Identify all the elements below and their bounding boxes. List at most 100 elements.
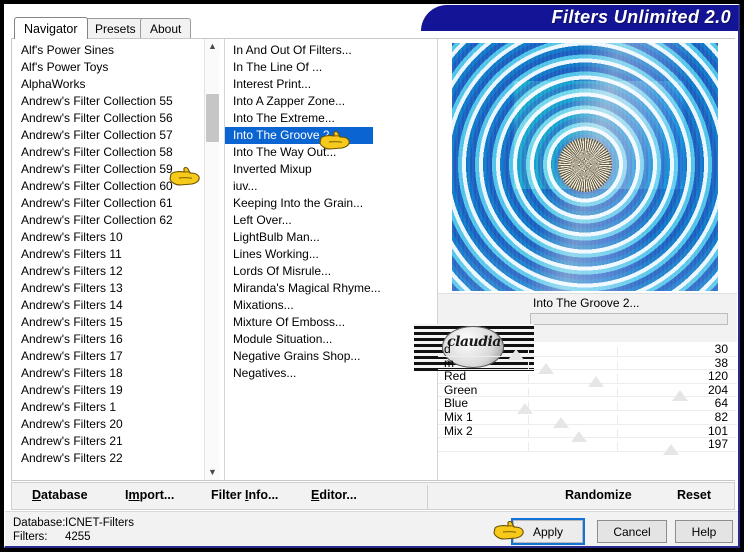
filter-name-item[interactable]: Mixations... [225, 297, 422, 314]
filter-category-item[interactable]: Andrew's Filter Collection 56 [12, 110, 222, 127]
filter-category-item[interactable]: Andrew's Filters 16 [12, 331, 222, 348]
filter-name-item[interactable]: Negative Grains Shop... [225, 348, 422, 365]
slider-tick [527, 387, 529, 397]
status-filters-label: Filters: [13, 531, 48, 543]
slider-tick [617, 414, 619, 424]
filter-name-item[interactable]: Miranda's Magical Rhyme... [225, 280, 422, 297]
slider-tick [527, 414, 529, 424]
toolbar: Database Import... Filter Info... Editor… [11, 482, 735, 510]
import-button[interactable]: Import... [125, 488, 174, 502]
randomize-button[interactable]: Randomize [565, 488, 632, 502]
filter-name-item[interactable]: Negatives... [225, 365, 422, 382]
filter-category-item[interactable]: Andrew's Filters 22 [12, 450, 222, 467]
filter-category-item[interactable]: Andrew's Filter Collection 62 [12, 212, 222, 229]
filter-info-button[interactable]: Filter Info... [211, 488, 278, 502]
filter-category-item[interactable]: Andrew's Filters 18 [12, 365, 222, 382]
filter-category-item[interactable]: Andrew's Filters 12 [12, 263, 222, 280]
database-label: atabase [41, 488, 88, 502]
preview-panel: Into The Groove 2... claudia d 30 m 38 Red 12… [414, 39, 737, 480]
filter-name-item[interactable]: Module Situation... [225, 331, 422, 348]
parameter-sliders: d 30 m 38 Red 120 Green 204 Blue 64 Mix 1 82 Mix 2 10… [438, 342, 737, 456]
filter-category-item[interactable]: Alf's Power Sines [12, 42, 222, 59]
filter-category-list[interactable]: Alf's Power Sines Alf's Power Toys AlphaWo… [12, 39, 222, 480]
slider-tick [617, 347, 619, 356]
filter-category-item[interactable]: Andrew's Filters 11 [12, 246, 222, 263]
filter-category-item[interactable]: Andrew's Filter Collection 60 [12, 178, 222, 195]
filter-category-item[interactable]: Andrew's Filters 17 [12, 348, 222, 365]
slider-tick [617, 387, 619, 397]
slider-row[interactable]: Red 120 [438, 369, 737, 388]
tab-navigator[interactable]: Navigator [14, 17, 88, 39]
filter-name-item-selected[interactable]: Into The Groove 2... [225, 127, 373, 144]
filter-name-item[interactable]: Interest Print... [225, 76, 422, 93]
slider-row[interactable]: Mix 1 82 [438, 410, 737, 428]
slider-tick [617, 401, 619, 411]
filter-category-item[interactable]: Andrew's Filter Collection 58 [12, 144, 222, 161]
filter-name-item[interactable]: Keeping Into the Grain... [225, 195, 422, 212]
filter-category-item[interactable]: Andrew's Filters 10 [12, 229, 222, 246]
filter-category-item[interactable]: Andrew's Filters 1 [12, 399, 222, 416]
filter-category-item[interactable]: Andrew's Filters 20 [12, 416, 222, 433]
tab-presets[interactable]: Presets [85, 18, 146, 38]
filter-category-item[interactable]: Andrew's Filters 19 [12, 382, 222, 399]
cancel-button[interactable]: Cancel [597, 520, 667, 543]
filter-name-item[interactable]: Inverted Mixup [225, 161, 422, 178]
slider-label: Blue [444, 396, 469, 411]
filter-category-item[interactable]: Andrew's Filters 13 [12, 280, 222, 297]
slider-row[interactable]: Mix 2 101 [438, 423, 737, 442]
status-info: Database:ICNET-Filters Filters: 4255 [13, 516, 134, 544]
filter-category-items: Alf's Power Sines Alf's Power Toys AlphaWo… [12, 42, 222, 467]
slider-row[interactable]: Green 204 [438, 383, 737, 401]
slider-row[interactable]: d 30 [438, 342, 737, 360]
filter-name-item[interactable]: Lines Working... [225, 246, 422, 263]
filter-name-item[interactable]: Left Over... [225, 212, 422, 229]
preview-image[interactable] [452, 43, 718, 291]
filter-category-item[interactable]: Andrew's Filter Collection 55 [12, 93, 222, 110]
editor-label: ditor... [319, 488, 357, 502]
tab-about[interactable]: About [140, 18, 192, 38]
filter-name-item[interactable]: Into A Zapper Zone... [225, 93, 422, 110]
slider-row[interactable]: Blue 64 [438, 396, 737, 415]
filter-parameter-trough[interactable] [530, 313, 728, 325]
filter-category-item[interactable]: AlphaWorks [12, 76, 222, 93]
reset-button[interactable]: Reset [677, 488, 711, 502]
filter-category-item[interactable]: Andrew's Filters 21 [12, 433, 222, 450]
editor-button[interactable]: Editor... [311, 488, 357, 502]
scroll-down-icon[interactable]: ▼ [205, 465, 220, 480]
slider-tick [617, 428, 619, 438]
preview-center-burst [558, 137, 612, 192]
slider-thumb[interactable] [663, 444, 680, 456]
filter-name-item[interactable]: Mixture Of Emboss... [225, 314, 422, 331]
filter-name-item[interactable]: Into The Extreme... [225, 110, 422, 127]
filter-category-item[interactable]: Andrew's Filters 15 [12, 314, 222, 331]
filter-name-item[interactable]: LightBulb Man... [225, 229, 422, 246]
slider-row[interactable]: m 38 [438, 355, 737, 374]
filter-category-item[interactable]: Andrew's Filter Collection 59 [12, 161, 222, 178]
filter-category-item[interactable]: Andrew's Filter Collection 61 [12, 195, 222, 212]
filter-category-item[interactable]: Andrew's Filter Collection 57 [12, 127, 222, 144]
slider-value: 38 [714, 355, 728, 370]
filter-name-item[interactable]: In The Line Of ... [225, 59, 422, 76]
slider-label: Mix 2 [444, 423, 473, 438]
filter-name-list[interactable]: In And Out Of Filters... In The Line Of .… [224, 39, 422, 480]
help-button[interactable]: Help [675, 520, 733, 543]
slider-tick [527, 442, 529, 452]
filter-name-item[interactable]: Into The Way Out... [225, 144, 422, 161]
import-label: port... [139, 488, 175, 502]
slider-label: d [444, 342, 451, 356]
slider-row[interactable]: 197 [438, 437, 737, 456]
scroll-up-icon[interactable]: ▲ [205, 39, 220, 54]
database-button[interactable]: Database [32, 488, 88, 502]
filter-name-item[interactable]: iuv... [225, 178, 422, 195]
filter-name-item[interactable]: Lords Of Misrule... [225, 263, 422, 280]
left-scroll-thumb[interactable] [206, 94, 219, 142]
filter-info-prefix: Filter [211, 488, 246, 502]
apply-button[interactable]: Apply [511, 518, 585, 545]
filter-category-item[interactable]: Alf's Power Toys [12, 59, 222, 76]
filter-name-item[interactable]: In And Out Of Filters... [225, 42, 422, 59]
filter-category-item[interactable]: Andrew's Filters 14 [12, 297, 222, 314]
left-list-scrollbar[interactable]: ▲ ▼ [204, 39, 220, 480]
slider-tick [617, 374, 619, 384]
slider-tick [617, 360, 619, 370]
status-database-label: Database: [13, 517, 66, 529]
